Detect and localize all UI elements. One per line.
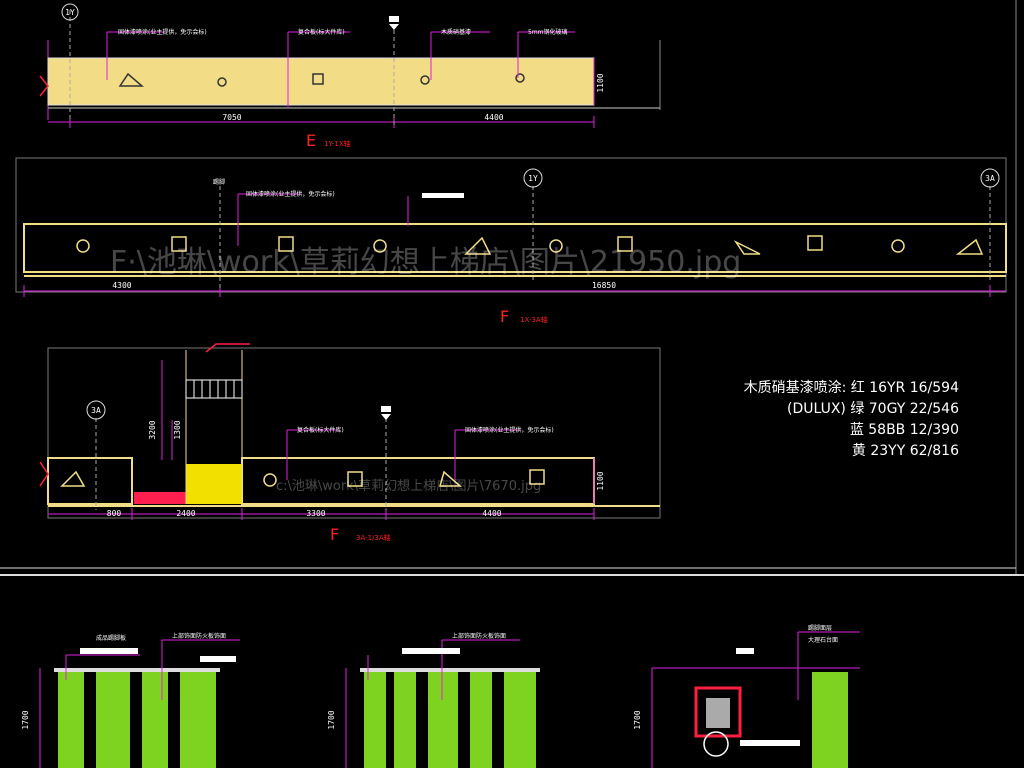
triangle-ornament <box>955 238 984 255</box>
wall-panel-outline <box>47 457 133 505</box>
elevation-title-letter: F <box>330 525 339 544</box>
red-step <box>134 492 186 504</box>
height-dimension: 1300 <box>173 420 182 439</box>
leader-label: 复合板(标大件库) <box>298 28 345 36</box>
axis-tag: 1Y <box>528 174 538 183</box>
height-dimension: 1100 <box>596 471 605 490</box>
watermark: F·\池琳\work\草莉幻想上梯店\图片\21950.jpg <box>110 245 741 280</box>
axis-tag: 1Y <box>65 8 75 17</box>
circle-ornament <box>263 473 277 487</box>
height-dimension: 1700 <box>21 710 30 729</box>
dimension-text: 16850 <box>592 281 616 290</box>
height-dimension: 1100 <box>596 73 605 92</box>
leader-label: 踢脚面层 <box>808 624 832 632</box>
elevation-title-letter: E <box>306 131 316 150</box>
green-panel-group <box>360 668 540 768</box>
elevation-e: 1Y 固体漆喷涂(业主提供，免示会标) 复合板(标大件库) 木质硝基漆 5mm钢… <box>39 3 661 150</box>
dimension-text: 4300 <box>112 281 131 290</box>
height-dimension: 1700 <box>327 710 336 729</box>
leader-label: 固体漆喷涂(业主提供，免示会标) <box>465 426 554 434</box>
note-line: (DULUX) 绿 70GY 22/546 <box>786 401 959 417</box>
height-dimension: 1700 <box>633 710 642 729</box>
leader-label: 大理石台面 <box>808 636 838 644</box>
note-line: 蓝 58BB 12/390 <box>849 422 959 438</box>
leader-label: 上部饰面防火板饰面 <box>452 632 506 640</box>
triangle-ornament <box>60 470 86 487</box>
leader-label: 固体漆喷涂(业主提供，免示会标) <box>246 190 335 198</box>
elevation-title-letter: F <box>500 307 509 326</box>
leader-label: 成品踢脚板 <box>96 634 126 642</box>
paint-color-note: 木质硝基漆喷涂: 红 16YR 16/594 (DULUX) 绿 70GY 22… <box>704 378 959 462</box>
elevation-title-sub: 1X-3A轴 <box>520 315 548 324</box>
elevation-title-sub: 3A-1/3A轴 <box>356 533 391 542</box>
elevation-f1: 1Y 3A 固体漆喷涂(业主提供，免示会标) 踢脚 4300 16850 F·\… <box>15 157 1007 326</box>
elevation-title-sub: 1Y-1X轴 <box>324 139 351 148</box>
yellow-wall-panel <box>47 57 595 106</box>
circle-ornament <box>76 239 90 253</box>
green-panel-group <box>54 668 220 768</box>
leader-label: 固体漆喷涂(业主提供，免示会标) <box>118 28 207 36</box>
leader-label: 木质硝基漆 <box>441 28 471 36</box>
bottom-details: 1700 1700 1700 成品踢脚板 上部饰面防火板饰面 上部饰面防火板饰面… <box>21 624 860 768</box>
dimension-text: 3300 <box>306 509 325 518</box>
leader-label: 5mm钢化玻璃 <box>528 28 568 36</box>
dimension-text: 800 <box>107 509 122 518</box>
circle-ornament <box>891 239 905 253</box>
yellow-door-panel <box>186 464 242 504</box>
leader-label: 踢脚 <box>213 178 225 186</box>
axis-tag: 3A <box>91 406 101 415</box>
leader-label: 上部饰面防火板饰面 <box>172 632 226 640</box>
square-ornament <box>807 235 823 251</box>
note-line: 木质硝基漆喷涂: 红 16YR 16/594 <box>743 380 959 396</box>
axis-tag: 3A <box>985 174 995 183</box>
dimension-text: 4400 <box>482 509 501 518</box>
dimension-text: 2400 <box>176 509 195 518</box>
elevation-f2: 3A 复合板(标大件库) 固体漆喷涂(业主提供，免示会标) 800 2400 3… <box>39 343 661 544</box>
dimension-text: 7050 <box>222 113 241 122</box>
leader-label: 复合板(标大件库) <box>297 426 344 434</box>
note-line: 黄 23YY 62/816 <box>851 443 959 459</box>
height-dimension: 3200 <box>148 420 157 439</box>
watermark: c:\池琳\work\草莉幻想上梯店\图片\7670.jpg <box>276 478 541 494</box>
dimension-text: 4400 <box>484 113 503 122</box>
